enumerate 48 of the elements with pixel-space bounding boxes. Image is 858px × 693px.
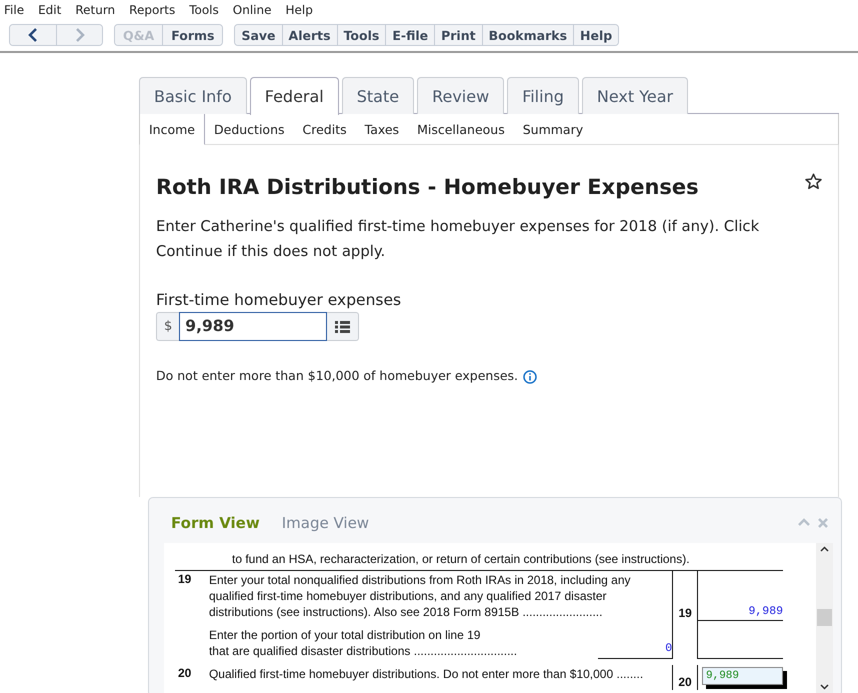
tab[interactable]: Next Year — [582, 77, 688, 114]
tab[interactable]: Basic Info — [139, 77, 247, 114]
subtab[interactable]: Deductions — [205, 114, 294, 144]
instructions: Enter Catherine's qualified first-time homebuyer expenses for 2018 (if any). Click Continue if this does not apply. — [156, 217, 760, 262]
subtab[interactable]: Summary — [514, 114, 592, 144]
scroll-thumb[interactable] — [817, 609, 832, 626]
list-icon — [335, 320, 350, 333]
view-button[interactable]: Forms — [162, 25, 222, 45]
box-number: 20 — [678, 674, 692, 690]
chevron-icon — [74, 27, 86, 43]
star-icon[interactable] — [805, 173, 822, 190]
currency-prefix: $ — [156, 312, 180, 342]
subtab[interactable]: Taxes — [356, 114, 408, 144]
menu-item[interactable]: Reports — [129, 0, 182, 19]
chevron-icon — [27, 27, 39, 43]
list-button[interactable] — [327, 312, 360, 342]
form-line-text: Enter the portion of your total distribution on line 19 that are qualified disaster distributions ............................... — [208, 626, 518, 658]
amount-field[interactable]: 9,989 — [179, 312, 328, 342]
menu-item[interactable]: Return — [75, 0, 122, 19]
tab[interactable]: Filing — [507, 77, 579, 114]
panel-tab[interactable]: Form View — [171, 512, 260, 534]
tab[interactable]: State — [342, 77, 414, 114]
menu-item[interactable]: Edit — [38, 0, 68, 19]
form-line-text: Enter your total nonqualified distributions from Roth IRAs in 2018, including any qualified first-time homebuyer distributions, and any qualified 2017 disaster distributions (see instructions). Also see 2018 Form 8915B ........................ — [208, 572, 632, 620]
menu-item[interactable]: Help — [285, 0, 320, 19]
subtab[interactable]: Miscellaneous — [408, 114, 514, 144]
menu-item[interactable]: Tools — [189, 0, 226, 19]
field-label: First-time homebuyer expenses — [156, 290, 402, 312]
line-number: 20 — [177, 664, 192, 682]
tab[interactable]: Federal — [250, 77, 339, 115]
subtab[interactable]: Income — [140, 114, 205, 145]
scrollbar[interactable] — [816, 542, 833, 692]
amount-value: 0 — [665, 640, 672, 656]
form-line-text: to fund an HSA, recharacterization, or return of certain contributions (see instructions). — [231, 550, 691, 566]
info-icon[interactable] — [523, 370, 538, 384]
menu-item[interactable]: File — [4, 0, 32, 19]
tab[interactable]: Review — [417, 77, 504, 114]
form-line-text: Qualified first-time homebuyer distributions. Do not enter more than $10,000 ........ — [208, 666, 644, 682]
menu-item[interactable]: Online — [232, 0, 278, 19]
line-number: 19 — [177, 570, 192, 588]
box-number: 19 — [678, 604, 692, 620]
toolbar-button[interactable]: Help — [573, 25, 618, 45]
page-title: Roth IRA Distributions - Homebuyer Expenses — [156, 175, 699, 200]
scroll-up-icon[interactable] — [820, 546, 829, 552]
amount-value: 9,989 — [748, 604, 783, 620]
subtab[interactable]: Credits — [294, 114, 356, 144]
scroll-down-icon[interactable] — [820, 684, 829, 690]
note-text: Do not enter more than $10,000 of homebuyer expenses. — [156, 367, 518, 386]
